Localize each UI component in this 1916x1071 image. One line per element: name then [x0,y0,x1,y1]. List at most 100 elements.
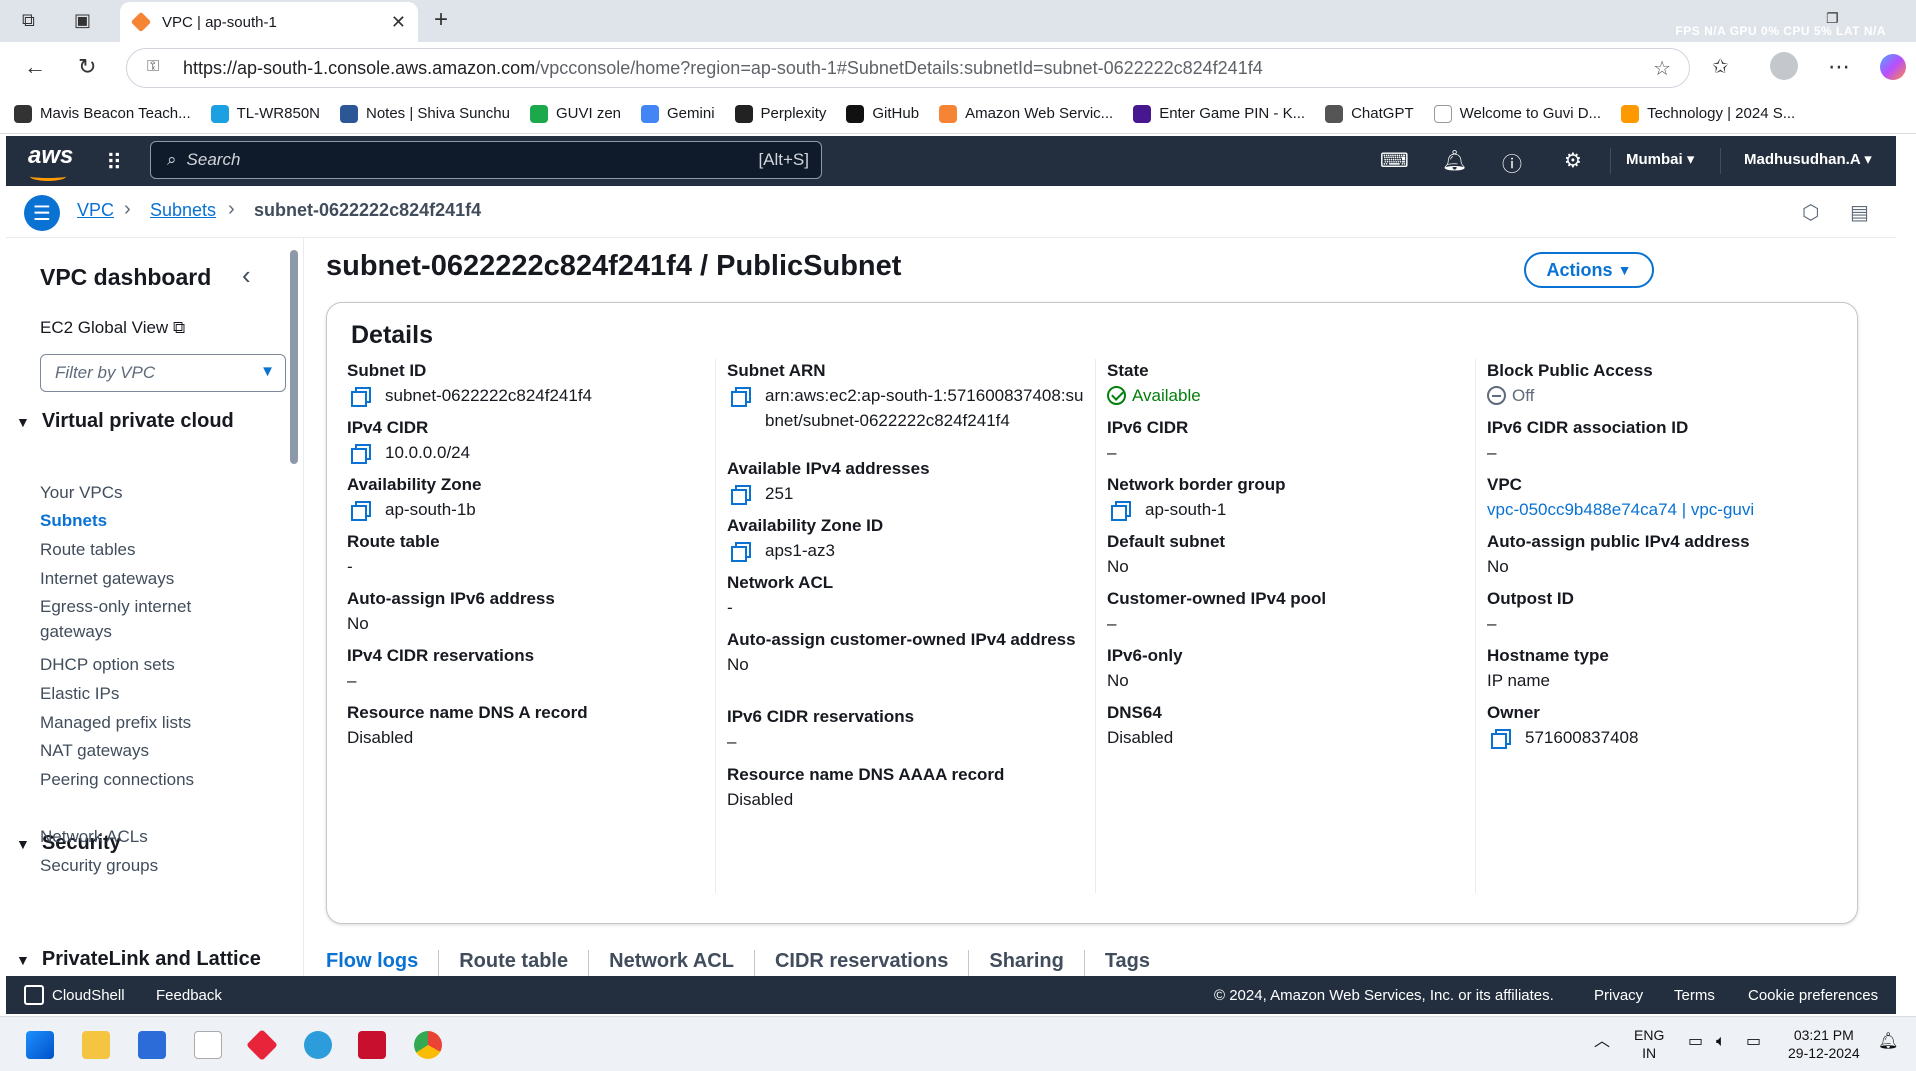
ec2-global-view-link[interactable]: EC2 Global View ⧉ [40,318,185,338]
collapse-sidebar-icon[interactable]: ‹ [242,260,251,291]
favorites-icon[interactable]: ✩ [1712,54,1729,79]
feedback-link[interactable]: Feedback [156,987,222,1004]
volume-icon[interactable]: 🔈︎ [1716,1033,1726,1051]
sidebar-title[interactable]: VPC dashboard [40,264,211,291]
copy-icon[interactable] [349,442,371,464]
tools-panel-icon[interactable]: ▤ [1850,200,1869,225]
aws-search-input[interactable]: ⌕ Search [Alt+S] [150,141,822,179]
reload-icon[interactable]: ↻ [78,54,96,80]
field-value-row[interactable]: vpc-050cc9b488e74ca74 | vpc-guvi [1487,497,1847,522]
tab-route-table[interactable]: Route table [439,950,590,976]
copy-icon[interactable] [729,540,751,562]
copy-icon[interactable] [349,499,371,521]
breadcrumb-subnets[interactable]: Subnets [150,200,216,221]
network-icon[interactable]: ▭ [1688,1033,1703,1051]
notepad-icon[interactable] [194,1031,222,1059]
sidebar-item-elastic-ips[interactable]: Elastic IPs [40,681,119,706]
vscode-icon[interactable] [304,1031,332,1059]
bookmark-item[interactable]: Welcome to Guvi D... [1433,104,1601,123]
sidebar-item-peering-connections[interactable]: Peering connections [40,767,194,792]
aws-logo[interactable]: aws [28,142,73,181]
site-info-icon[interactable]: ⚿ [147,58,159,76]
bookmark-star-icon[interactable]: ☆ [1653,56,1671,81]
bookmark-label: Enter Game PIN - K... [1159,105,1306,122]
copy-icon[interactable] [349,385,371,407]
start-icon[interactable] [26,1031,54,1059]
battery-icon[interactable]: ▭ [1746,1033,1761,1051]
region-selector[interactable]: Mumbai ▾ [1626,150,1694,168]
bookmark-item[interactable]: TL-WR850N [210,104,320,123]
anydesk-icon[interactable] [246,1029,278,1061]
sidebar-item-managed-prefix-lists[interactable]: Managed prefix lists [40,710,191,735]
filter-by-vpc-select[interactable]: Filter by VPC ▼ [40,354,286,392]
tab-actions-icon[interactable]: ▣ [74,10,91,31]
notifications-bell-icon[interactable]: 🔔︎ [1442,148,1467,173]
bookmark-item[interactable]: Amazon Web Servic... [939,104,1113,123]
browser-tab-active[interactable]: VPC | ap-south-1 ✕ [120,2,418,42]
bookmark-item[interactable]: GitHub [846,104,919,123]
new-tab-icon[interactable]: + [434,6,448,34]
bookmark-item[interactable]: Notes | Shiva Sunchu [340,104,510,123]
more-menu-icon[interactable]: ⋯ [1828,54,1850,80]
info-panel-icon[interactable]: ⬡ [1802,200,1819,225]
field-value: 251 [765,484,794,503]
services-grid-icon[interactable]: ⠿ [106,150,122,176]
sidebar-item-dhcp-option-sets[interactable]: DHCP option sets [40,652,175,677]
sidebar-item-egress-only-internet-gateways[interactable]: Egress-only internet gateways [40,594,220,644]
copilot-icon[interactable] [1880,54,1906,80]
close-tab-icon[interactable]: ✕ [391,12,406,33]
mcafee-icon[interactable] [358,1031,386,1059]
sidebar-item-network-acls[interactable]: Network ACLs [40,824,148,849]
bookmark-item[interactable]: ChatGPT [1325,104,1414,123]
copy-icon[interactable] [1489,727,1511,749]
tray-overflow-icon[interactable]: ︿ [1594,1033,1610,1051]
breadcrumb-vpc[interactable]: VPC [77,200,114,221]
account-menu[interactable]: Madhusudhan.A ▾ [1744,150,1872,168]
sidebar-item-your-vpcs[interactable]: Your VPCs [40,480,123,505]
file-explorer-icon[interactable] [82,1031,110,1059]
copy-icon[interactable] [729,385,751,407]
bookmark-item[interactable]: Technology | 2024 S... [1621,104,1795,123]
terms-link[interactable]: Terms [1674,987,1715,1004]
settings-gear-icon[interactable]: ⚙ [1564,148,1582,173]
sidebar-item-security-groups[interactable]: Security groups [40,853,158,878]
workspaces-icon[interactable]: ⧉ [22,10,35,31]
breadcrumb-bar: ☰ VPC › Subnets › subnet-0622222c824f241… [6,186,1896,238]
bookmark-item[interactable]: Mavis Beacon Teach... [14,104,191,123]
language-indicator[interactable]: ENG IN [1634,1026,1664,1062]
bookmark-item[interactable]: Gemini [641,104,715,123]
back-icon[interactable]: ← [24,54,46,80]
bookmark-item[interactable]: Enter Game PIN - K... [1133,104,1306,123]
address-bar[interactable]: ⚿ https://ap-south-1.console.aws.amazon.… [126,48,1690,88]
tab-cidr-reservations[interactable]: CIDR reservations [755,950,970,976]
sidebar-item-nat-gateways[interactable]: NAT gateways [40,738,149,763]
tab-network-acl[interactable]: Network ACL [589,950,755,976]
clock[interactable]: 03:21 PM 29-12-2024 [1788,1026,1860,1062]
tab-tags[interactable]: Tags [1085,950,1170,976]
notification-bell-icon[interactable]: 🔔︎ [1878,1033,1898,1051]
section-privatelink[interactable]: ▼ PrivateLink and Lattice [16,948,261,971]
sidebar-item-internet-gateways[interactable]: Internet gateways [40,566,174,591]
chrome-icon[interactable] [414,1031,442,1059]
copy-icon[interactable] [729,483,751,505]
cloudshell-icon[interactable] [24,985,44,1005]
bookmark-item[interactable]: GUVI zen [529,104,621,123]
profile-avatar[interactable] [1770,52,1798,80]
cloudshell-link[interactable]: CloudShell [52,987,125,1004]
hamburger-menu-icon[interactable]: ☰ [24,195,60,231]
copy-icon[interactable] [1109,499,1131,521]
tab-sharing[interactable]: Sharing [969,950,1085,976]
sidebar-item-subnets[interactable]: Subnets [40,508,107,533]
cookie-preferences-link[interactable]: Cookie preferences [1748,987,1878,1004]
cloudshell-icon[interactable]: ⌨ [1380,148,1409,173]
bookmark-item[interactable]: Perplexity [734,104,826,123]
help-icon[interactable]: ⓘ [1502,148,1522,177]
sidebar-scrollbar[interactable] [290,250,298,464]
actions-button[interactable]: Actions ▼ [1524,252,1654,288]
section-virtual-private-cloud[interactable]: ▼ Virtual private cloud [16,410,234,433]
store-icon[interactable] [138,1031,166,1059]
tab-flow-logs[interactable]: Flow logs [326,950,440,976]
sidebar-item-route-tables[interactable]: Route tables [40,537,135,562]
field-value[interactable]: vpc-050cc9b488e74ca74 | vpc-guvi [1487,497,1754,522]
privacy-link[interactable]: Privacy [1594,987,1643,1004]
